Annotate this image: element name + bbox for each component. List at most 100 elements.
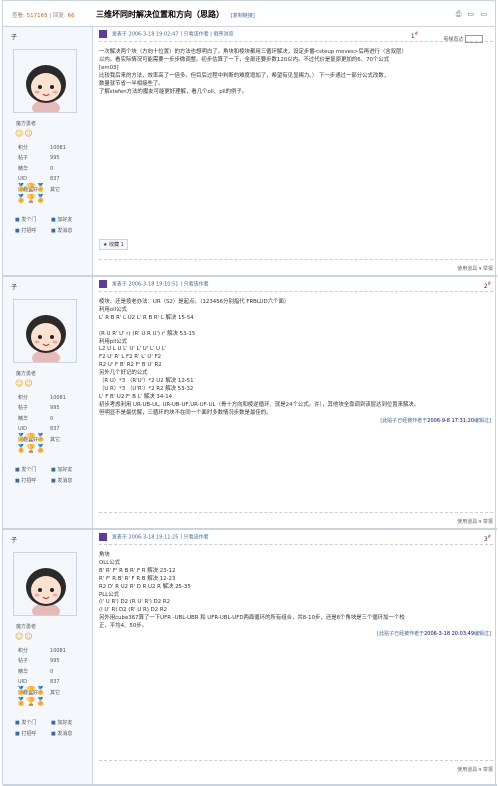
author-info-cell: 帖子 xyxy=(18,155,29,162)
author-action-link[interactable]: ■ 打招呼 xyxy=(15,226,51,237)
author-info-row: 精华 0 xyxy=(18,165,76,173)
post-author-sidebar: 子 魔方勇者 ☺☺ 积分 10081 帖子 995 精华 0 UID 837 兴趣爱好 其它 xyxy=(3,27,92,275)
post-line: 利用pll公式 xyxy=(99,338,127,345)
author-info-cell: 精华 xyxy=(18,668,29,675)
post-line: R2 U' F B' R2 F' B U' R2 xyxy=(99,362,162,369)
author-info-row: 积分 10081 xyxy=(18,144,76,152)
jump-label: 电梯直达 xyxy=(443,36,464,43)
jump-to-floor[interactable]: 电梯直达 xyxy=(443,35,483,43)
author-info-cell: 其它 xyxy=(50,186,61,193)
post-line: OLL公式 xyxy=(99,559,121,566)
author-info-cell: 995 xyxy=(50,155,60,162)
medals: 🏅🏆🏅 🏅🏆🏅 xyxy=(16,182,46,204)
author-action-link[interactable]: ■ 发个门 xyxy=(15,718,51,729)
views-count: 517165 xyxy=(26,13,48,19)
avatar-girl-icon xyxy=(14,553,76,615)
post-footer[interactable]: 使用道具 ▾ 举报 xyxy=(99,512,493,525)
author-action-link[interactable]: ■ 加好友 xyxy=(51,465,87,476)
action-icon: ■ xyxy=(15,478,22,484)
medals: 🏅🏆🏅 🏅🏆🏅 xyxy=(16,432,46,454)
author-name[interactable]: 子 xyxy=(11,535,17,544)
post-line: 另外几个好记的公式 xyxy=(99,370,148,377)
author-info-cell: 积分 xyxy=(18,145,29,151)
post-floor: 3# xyxy=(483,534,491,543)
post-line: 以内。看实际情况可能需要一步步微调整。初步估算了一下，全部还要步数120以内。不… xyxy=(99,56,390,63)
author-name[interactable]: 子 xyxy=(11,32,17,41)
thread-tools[interactable]: ⎙ ▭ ▭ xyxy=(456,10,489,19)
author-name[interactable]: 子 xyxy=(11,282,17,291)
action-icon: ■ xyxy=(51,478,58,484)
author-action-link[interactable]: ■ 发消息 xyxy=(51,476,87,487)
author-info-cell: 其它 xyxy=(50,436,61,443)
post-line: L' R B R' L U2 L' R B R' L 解决 15-54 xyxy=(99,314,194,321)
post-line: L' F B' U2 F' B L' 解决 34-14 xyxy=(99,393,173,400)
author-action-link[interactable]: ■ 加好友 xyxy=(51,215,87,226)
author-rank: 魔方勇者 xyxy=(16,624,37,630)
jump-input[interactable] xyxy=(465,35,483,43)
action-icon: ■ xyxy=(15,228,22,234)
medal-icon: 🏅🏆🏅 xyxy=(16,194,46,203)
author-info-cell: 995 xyxy=(50,658,60,665)
author-filter-link[interactable]: 只看该作者 xyxy=(184,282,209,288)
author-action-link[interactable]: ■ 发个门 xyxy=(15,215,51,226)
action-icon: ■ xyxy=(51,731,58,737)
author-action-link[interactable]: ■ 发个门 xyxy=(15,465,51,476)
post-line: B' R' F' R B R' F R 解决 23-12 xyxy=(99,567,176,574)
action-icon: ■ xyxy=(51,720,58,726)
author-info-row: 积分 10081 xyxy=(18,647,76,655)
author-filter-link[interactable]: 只看该作者 | 倒序浏览 xyxy=(184,32,234,38)
author-info-cell: 10081 xyxy=(50,395,66,401)
post-meta: 发表于 2006-3-18 19:10:51 | 只看该作者 2# xyxy=(99,280,493,292)
edit-note: [此贴子已经被作者于2006-9-8 17:31:20编辑过] xyxy=(380,417,491,424)
author-info-cell: 积分 xyxy=(18,395,29,401)
author-action-link[interactable]: ■ 打招呼 xyxy=(15,476,51,487)
avatar-girl-icon xyxy=(14,300,76,362)
favorite-button[interactable]: ★ 收藏 1 xyxy=(99,239,128,250)
copy-link-button[interactable]: [复制链接] xyxy=(231,13,255,19)
avatar-girl-icon xyxy=(14,50,76,112)
avatar[interactable] xyxy=(13,49,77,113)
post-line: 一次解决两个块（方向十位置）的方法也想明白了。角块和棱块都用三循环解决，设定步番… xyxy=(99,49,407,55)
author-info-cell: 837 xyxy=(50,426,60,433)
post-date: 发表于 2006-3-18 19:11:25 xyxy=(111,534,179,541)
author-rank: 魔方勇者 xyxy=(16,121,37,127)
replies-label: 回复: xyxy=(52,13,66,19)
post-line: R' F' R B' R' F R B 解决 12-23 xyxy=(99,575,176,582)
post-body: 棱块、还是按老办法：UR（S2）是起点。（123456分别指代 FRBLUD六个… xyxy=(99,299,491,426)
author-info-cell: 积分 xyxy=(18,648,29,654)
post: 子 魔方勇者 ☺☺ 积分 10081 帖子 995 精华 0 UID 837 兴趣爱好 其它 xyxy=(3,530,497,786)
author-action-link[interactable]: ■ 加好友 xyxy=(51,718,87,729)
author-info-cell: 0 xyxy=(50,165,54,172)
action-icon: ■ xyxy=(15,720,22,726)
author-actions: ■ 发个门 ■ 加好友■ 打招呼 ■ 发消息 xyxy=(15,215,90,237)
author-action-link[interactable]: ■ 发消息 xyxy=(51,729,87,740)
thread-title-text: 三维坏同时解决位置和方向（思路） xyxy=(96,10,224,19)
author-actions: ■ 发个门 ■ 加好友■ 打招呼 ■ 发消息 xyxy=(15,718,90,740)
post-line: R2 D' R U2 R' D R U2 R 解决 25-35 xyxy=(99,583,191,590)
medal-icon: 🏅🏆🏅 xyxy=(16,444,46,453)
post-footer[interactable]: 使用道具 ▾ 举报 xyxy=(99,760,493,773)
post-line: （U R）*3 （U'R'）*2 R2 解决 53-32 xyxy=(99,385,194,392)
post-line: 角块 xyxy=(99,552,110,558)
post-footer[interactable]: 使用道具 ▾ 举报 xyxy=(99,259,493,272)
author-info-row: 精华 0 xyxy=(18,668,76,676)
post-line: 数量就节省一半相接些了。 xyxy=(99,80,164,87)
views-label: 查看: xyxy=(12,13,25,19)
post-date: 发表于 2006-3-18 19:10:51 xyxy=(111,281,179,288)
medals: 🏅🏆🏅 🏅🏆🏅 xyxy=(16,685,46,707)
avatar[interactable] xyxy=(13,299,77,363)
thread-page: 查看: 517165 | 回复: 66 三维坏同时解决位置和方向（思路） [复制… xyxy=(2,0,497,786)
avatar[interactable] xyxy=(13,552,77,616)
author-action-link[interactable]: ■ 发消息 xyxy=(51,226,87,237)
post-meta: 发表于 2006-3-18 19:11:25 | 只看该作者 3# xyxy=(99,533,493,545)
action-icon: ■ xyxy=(15,467,22,473)
author-filter-link[interactable]: 只看该作者 xyxy=(184,535,209,541)
post: 子 魔方勇者 ☺☺ 积分 10081 帖子 995 精华 0 UID 837 兴趣爱好 其它 xyxy=(3,27,497,277)
action-icon: ■ xyxy=(51,228,58,234)
post-line: （R U）*3 （R'U'）*2 U2 解决 12-51 xyxy=(99,378,194,385)
author-info-cell: 帖子 xyxy=(18,658,29,665)
post-icon xyxy=(99,30,107,38)
post-author-sidebar: 子 魔方勇者 ☺☺ 积分 10081 帖子 995 精华 0 UID 837 兴趣爱好 其它 xyxy=(3,530,92,784)
post-line: L2 U L U L' U' L' U' L' U L' xyxy=(99,346,167,353)
author-action-link[interactable]: ■ 打招呼 xyxy=(15,729,51,740)
